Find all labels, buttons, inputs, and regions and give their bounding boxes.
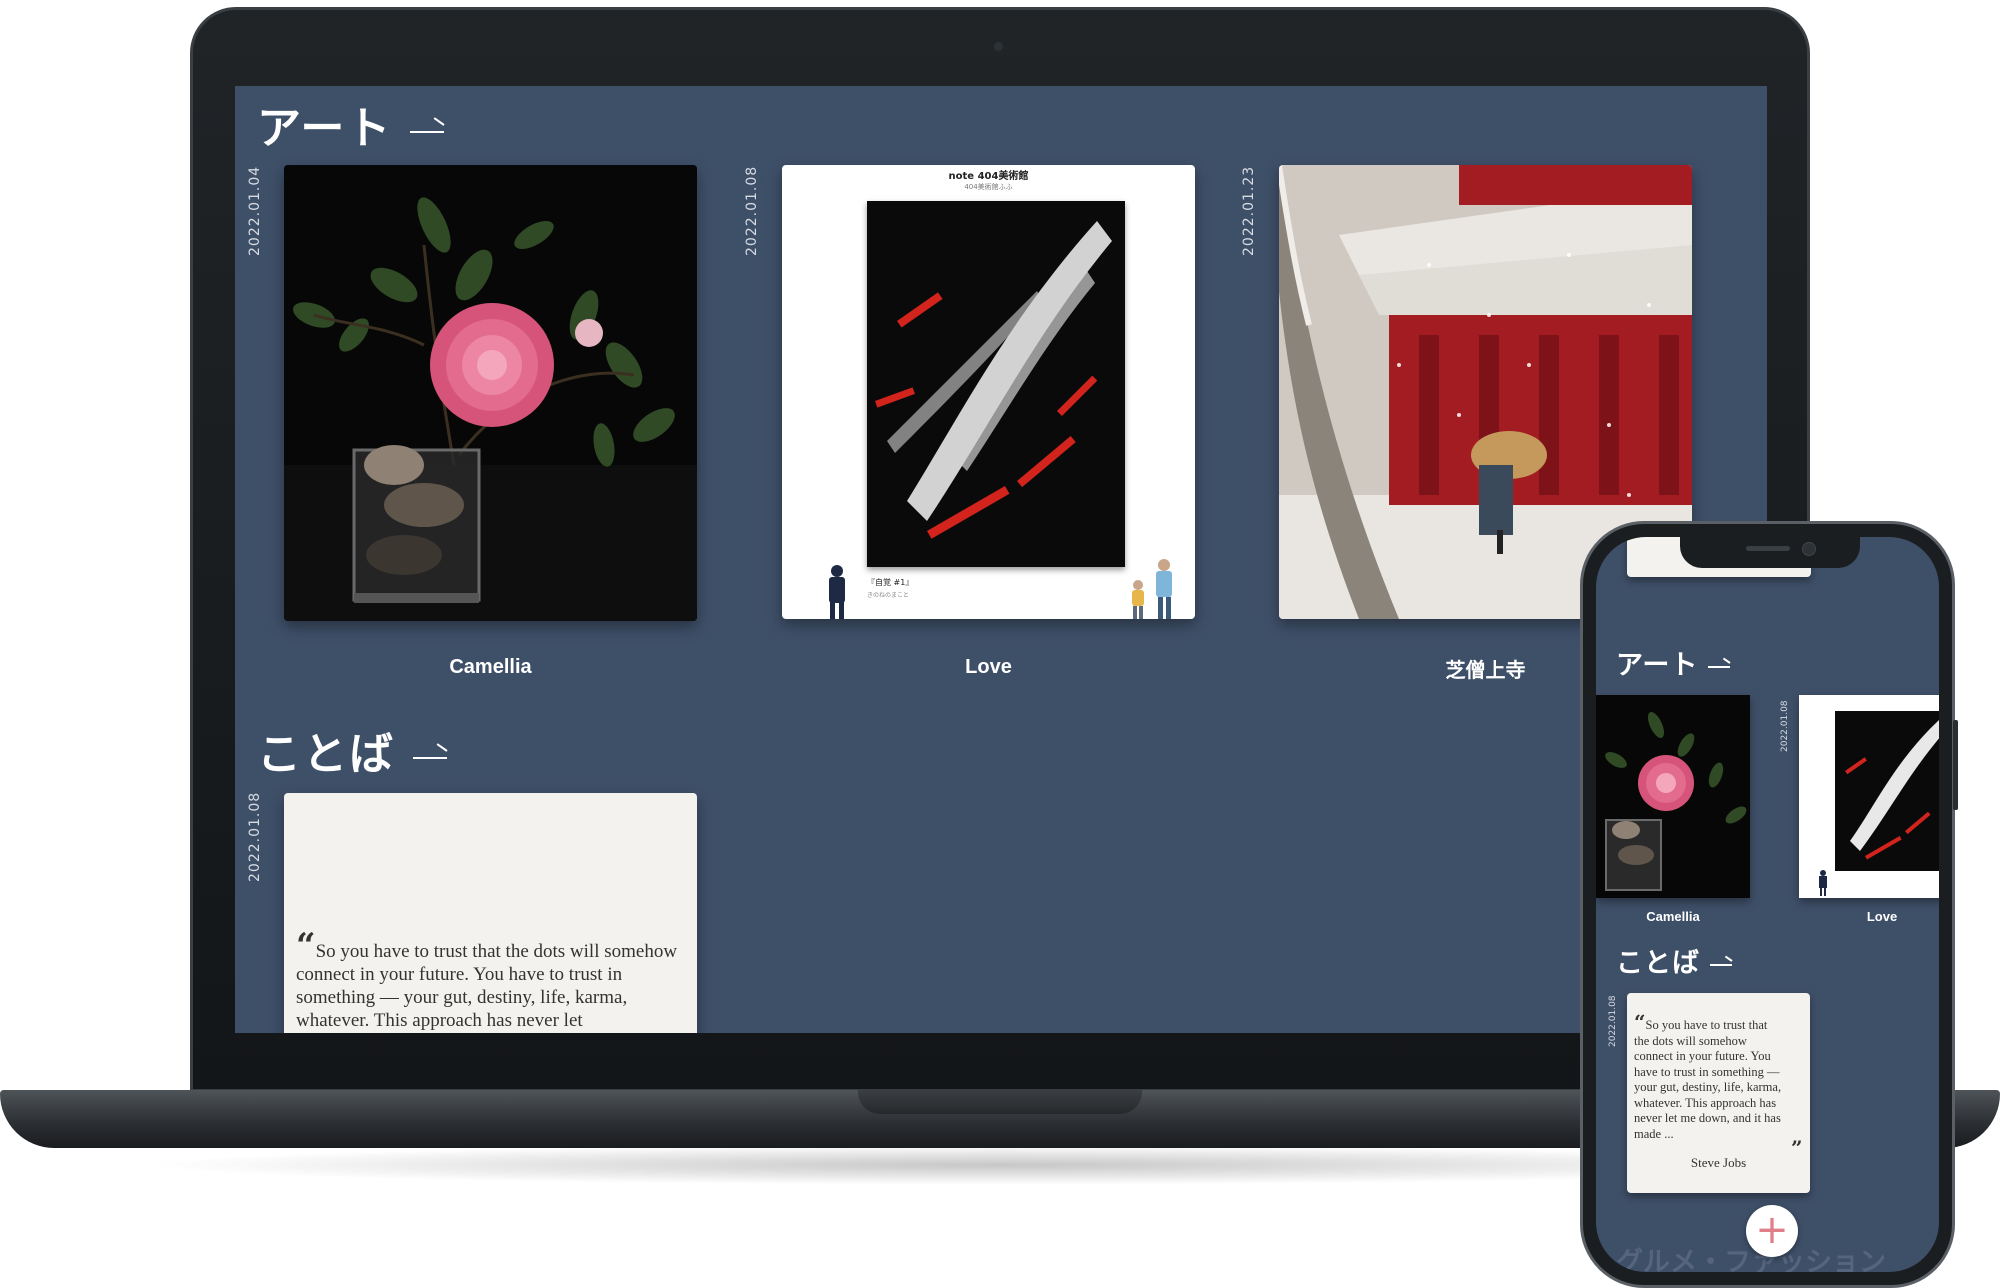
open-quote-icon: “ — [1634, 1010, 1646, 1034]
arrow-right-icon — [1708, 665, 1731, 668]
laptop-screen: アート 2022.01.04 Camellia 2022.01.08 note … — [235, 86, 1767, 1033]
poster-caption: 『自覚 #1』 — [867, 578, 914, 587]
phone-screen: アート Camellia 2022.01.08 Love ことば 2022.01… — [1596, 537, 1939, 1272]
poster-artwork — [1835, 711, 1939, 871]
phone-quote-text: “So you have to trust that the dots will… — [1634, 1010, 1782, 1141]
art-card-love[interactable]: note 404美術館 404美術館ふふ 『自覚 #1』 きのねのまこと — [782, 165, 1195, 619]
phone-section-title-art[interactable]: アート — [1616, 643, 1731, 682]
phone-art-card-camellia[interactable] — [1596, 695, 1750, 898]
section-title-kotoba[interactable]: ことば — [257, 718, 447, 782]
quote-author: Steve Jobs — [1690, 1155, 1747, 1170]
post-date: 2022.01.04 — [247, 165, 263, 256]
phone-section-title-kotoba-label: ことば — [1616, 948, 1700, 979]
phone-art-caption[interactable]: Love — [1842, 909, 1922, 924]
laptop-camera — [994, 42, 1003, 51]
camellia-image — [1596, 695, 1750, 898]
section-title-art[interactable]: アート — [257, 92, 445, 156]
arrow-right-icon — [410, 130, 445, 133]
phone-notch — [1680, 536, 1860, 568]
section-title-kotoba-label: ことば — [257, 729, 395, 780]
people-illustration — [1132, 559, 1172, 619]
phone-camera — [1802, 542, 1816, 556]
abstract-painting-image — [1845, 719, 1939, 860]
art-card-camellia[interactable] — [284, 165, 697, 621]
art-caption[interactable]: Love — [782, 656, 1195, 679]
phone-post-date: 2022.01.08 — [1608, 995, 1618, 1047]
phone-section-title-kotoba[interactable]: ことば — [1616, 941, 1732, 980]
poster-artwork — [867, 201, 1125, 567]
arrow-right-icon — [413, 756, 447, 759]
quote-text: “So you have to trust that the dots will… — [296, 926, 678, 1031]
phone-section-title-art-label: アート — [1616, 650, 1699, 681]
camellia-image — [284, 165, 697, 621]
add-post-button[interactable]: + — [1746, 1205, 1798, 1257]
phone-side-button — [1953, 720, 1958, 810]
person-illustration — [829, 565, 845, 619]
post-date: 2022.01.08 — [247, 791, 263, 882]
phone-post-date: 2022.01.08 — [1780, 700, 1790, 752]
abstract-painting-image — [867, 201, 1125, 567]
art-caption[interactable]: Camellia — [284, 656, 697, 679]
close-quote-icon: ” — [1791, 1136, 1803, 1160]
quote-card[interactable]: “So you have to trust that the dots will… — [284, 793, 697, 1033]
phone-art-caption[interactable]: Camellia — [1596, 909, 1750, 924]
poster-subtitle: 404美術館ふふ — [964, 183, 1013, 191]
post-date: 2022.01.23 — [1241, 165, 1257, 256]
open-quote-icon: “ — [296, 926, 316, 966]
section-title-art-label: アート — [257, 103, 393, 154]
poster-caption-sub: きのねのまこと — [867, 592, 910, 599]
phone-art-card-love[interactable] — [1799, 695, 1939, 898]
poster-title: note 404美術館 — [948, 171, 1029, 182]
laptop-notch — [858, 1090, 1142, 1114]
post-date: 2022.01.08 — [744, 165, 760, 256]
person-illustration — [1819, 870, 1827, 896]
arrow-right-icon — [1710, 963, 1732, 966]
phone-speaker — [1746, 546, 1790, 551]
phone-quote-card[interactable]: “So you have to trust that the dots will… — [1627, 993, 1810, 1193]
